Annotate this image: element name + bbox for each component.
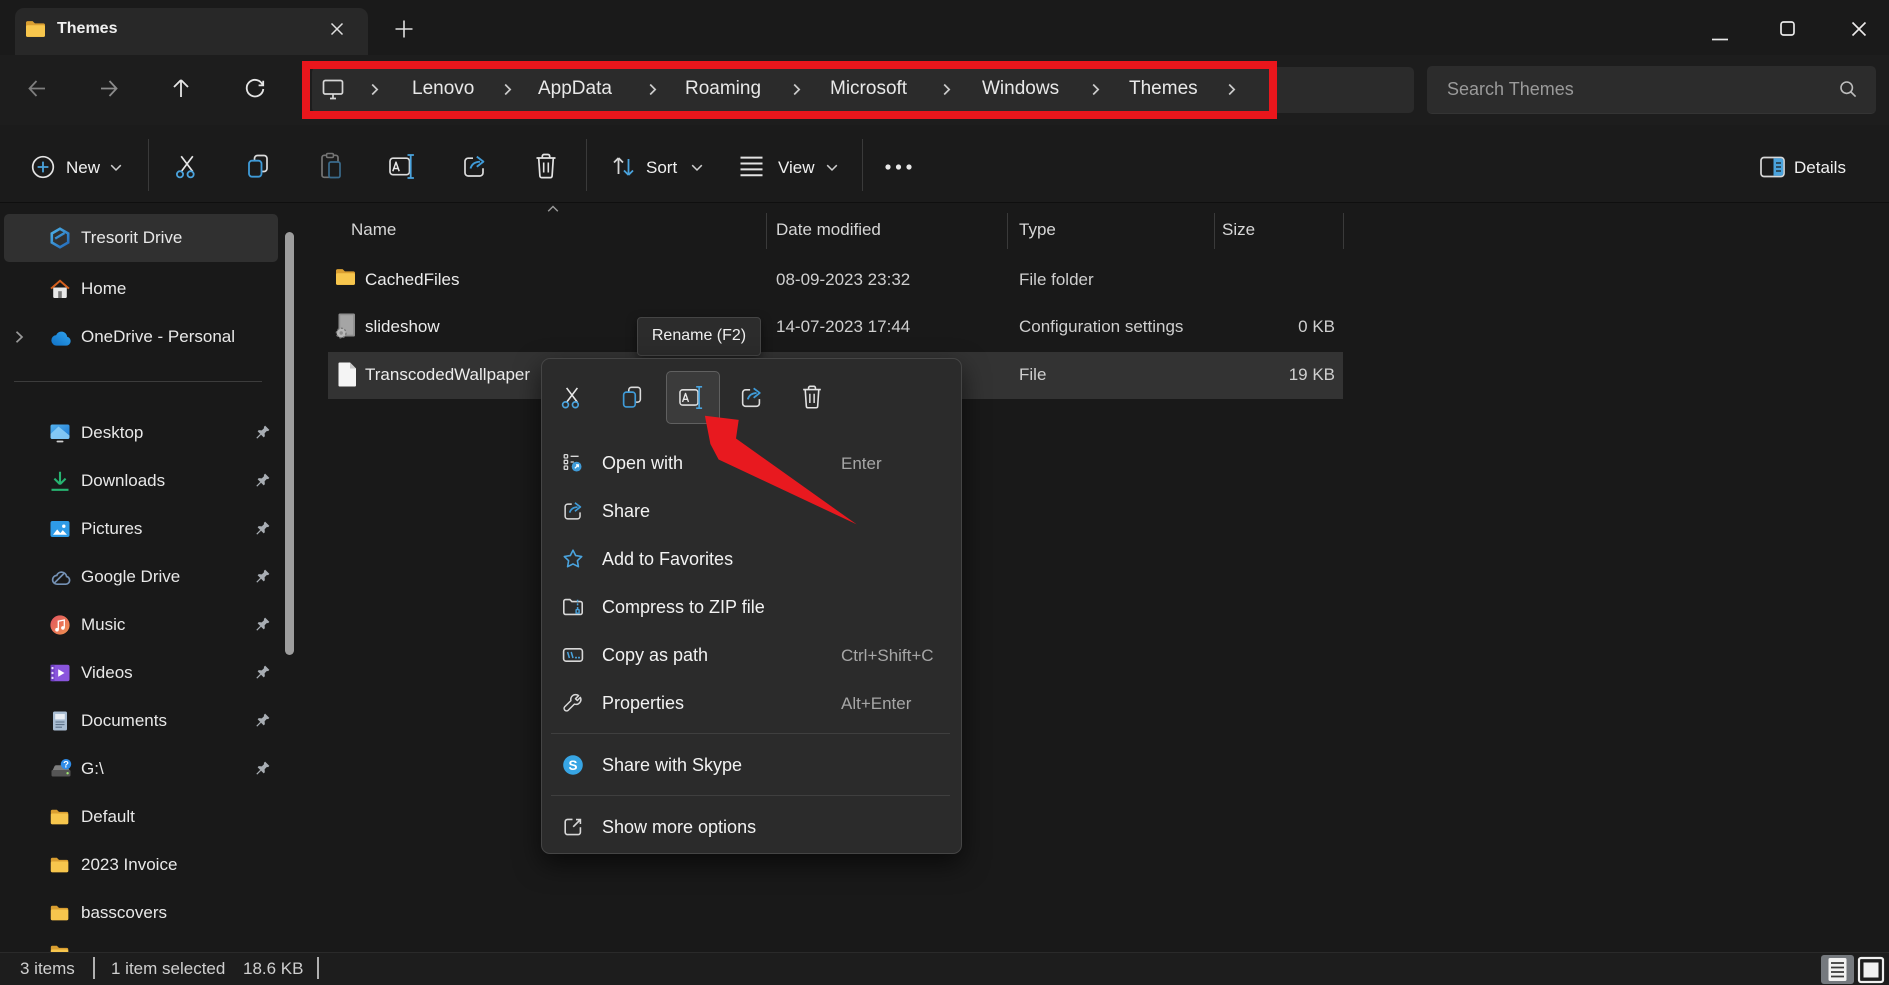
svg-text:?: ? <box>63 760 69 771</box>
svg-text:S: S <box>568 758 577 773</box>
